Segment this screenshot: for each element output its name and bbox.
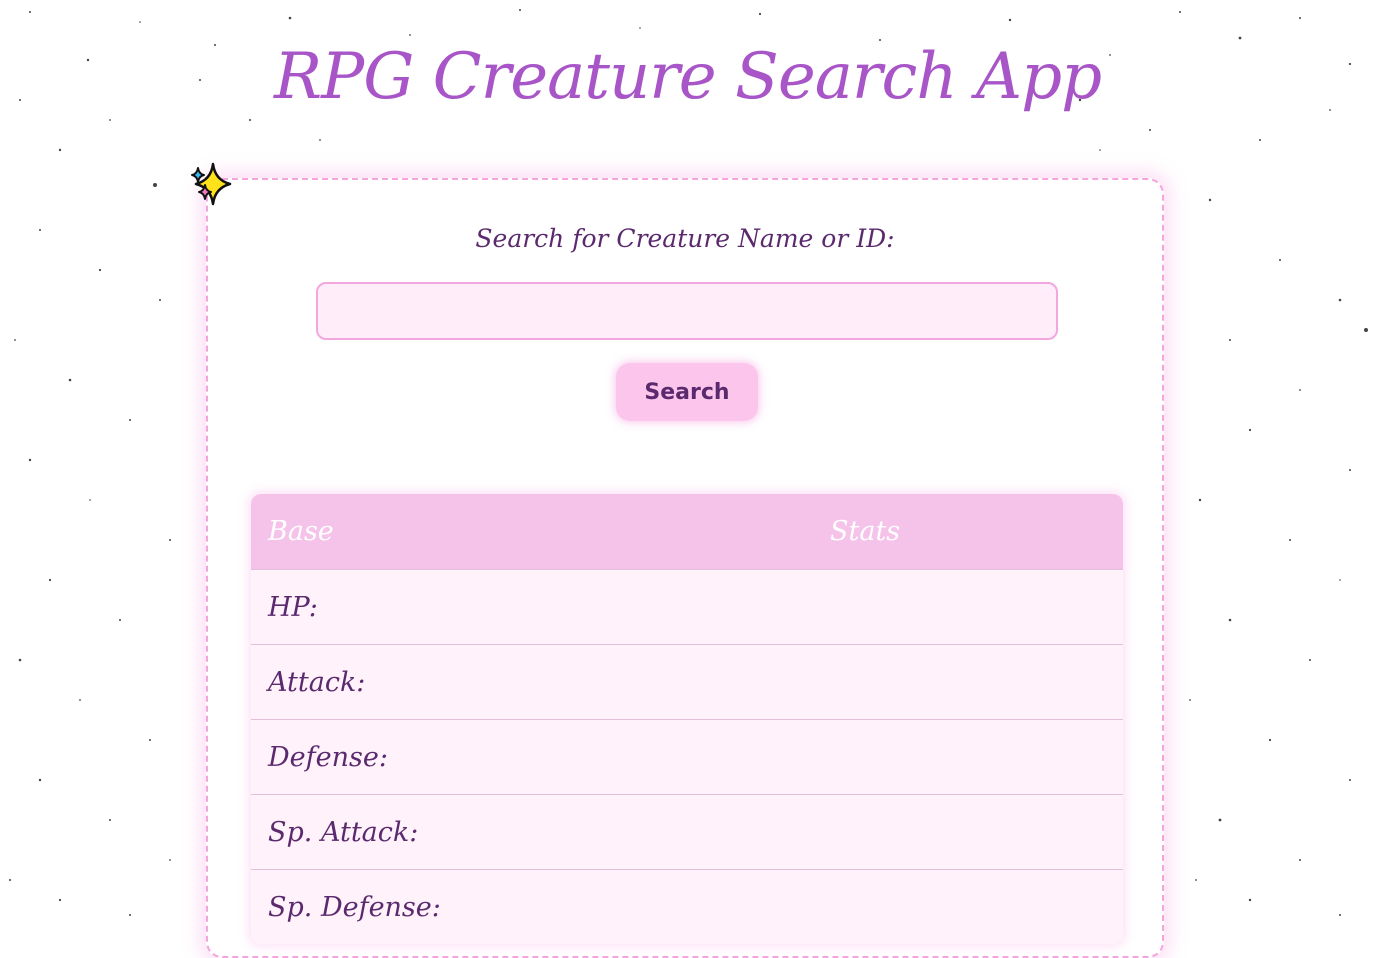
sparkles-icon (191, 162, 232, 206)
table-row: HP: (251, 569, 1123, 645)
stat-value-attack (830, 644, 1123, 720)
stat-label-attack: Attack: (251, 644, 830, 720)
stats-table-header-row: Base Stats (251, 494, 1123, 570)
stat-label-sp-attack: Sp. Attack: (251, 794, 830, 870)
column-header-base: Base (251, 494, 830, 570)
stat-label-hp: HP: (251, 569, 830, 645)
table-row: Defense: (251, 719, 1123, 795)
table-row: Sp. Defense: (251, 869, 1123, 944)
stat-value-sp-attack (830, 794, 1123, 870)
search-input[interactable] (316, 282, 1058, 340)
table-row: Sp. Attack: (251, 794, 1123, 870)
page-title: RPG Creature Search App (273, 40, 1102, 114)
stat-label-defense: Defense: (251, 719, 830, 795)
stat-label-sp-defense: Sp. Defense: (251, 869, 830, 944)
stat-value-defense (830, 719, 1123, 795)
search-label: Search for Creature Name or ID: (475, 224, 895, 253)
table-row: Attack: (251, 644, 1123, 720)
stats-table: Base Stats HP: Attack: Defense: Sp. Atta… (251, 494, 1123, 944)
search-button[interactable]: Search (616, 363, 758, 421)
stat-value-sp-defense (830, 869, 1123, 944)
stat-value-hp (830, 569, 1123, 645)
column-header-stats: Stats (830, 494, 1123, 570)
search-card: Search for Creature Name or ID: Search B… (206, 178, 1164, 958)
